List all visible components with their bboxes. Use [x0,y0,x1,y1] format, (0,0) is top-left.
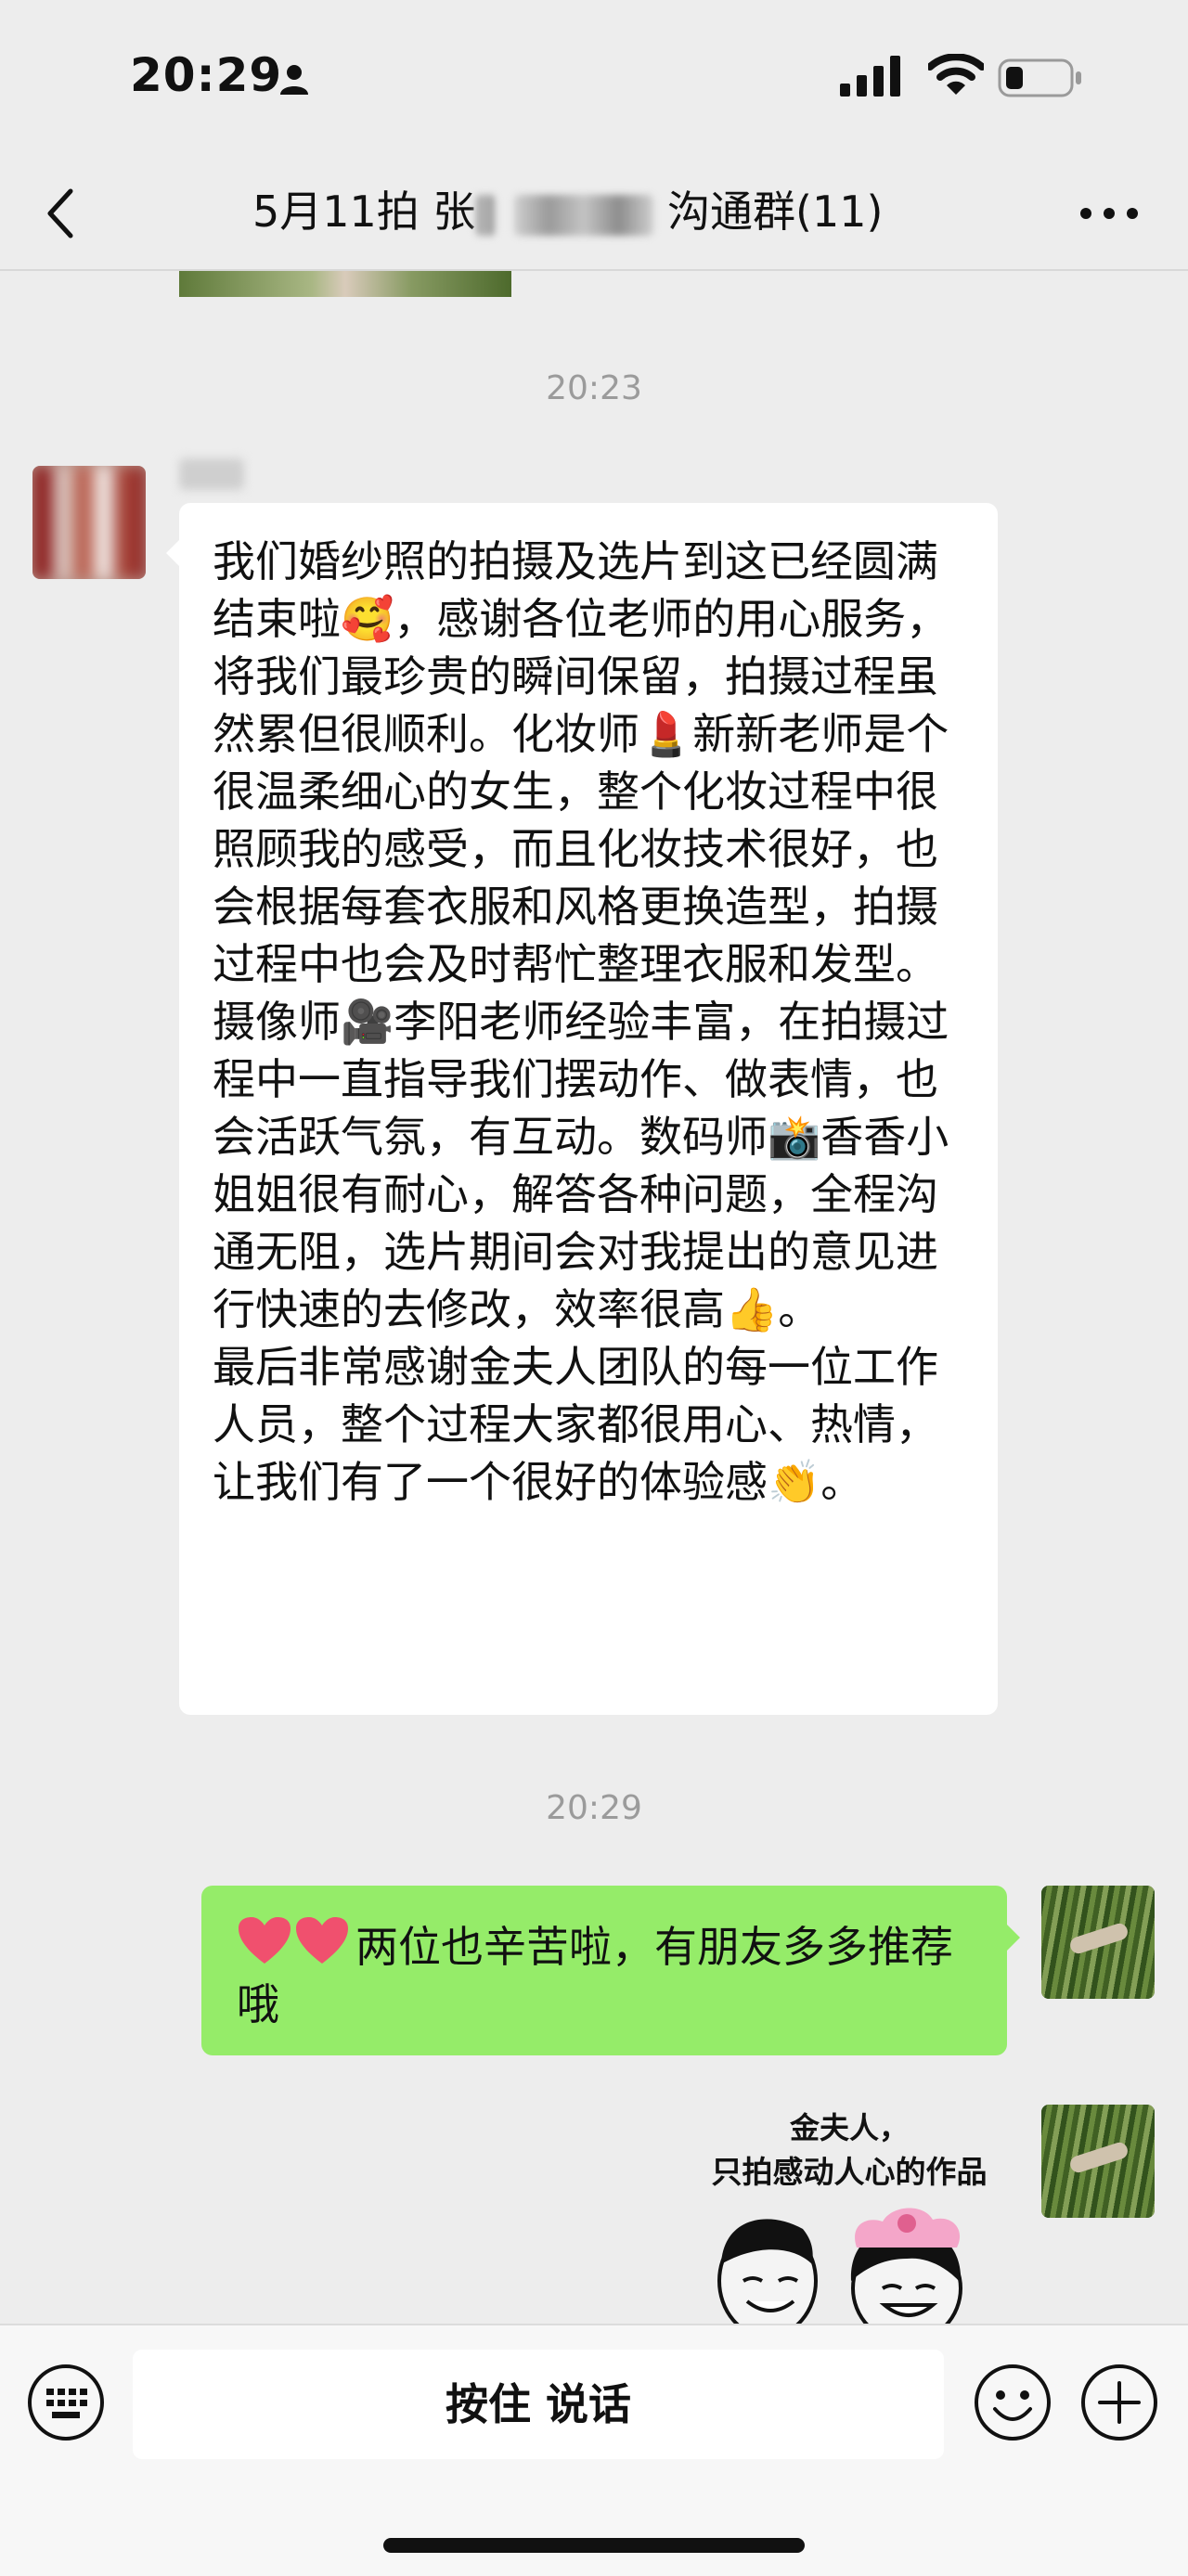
meme-faces-icon [717,2208,962,2327]
chat-title-end: 沟通群(11) [653,187,884,237]
my-avatar[interactable] [1041,2105,1155,2218]
message-timestamp: 20:29 [546,1789,642,1827]
battery-icon [998,58,1081,97]
keyboard-icon[interactable] [26,2363,106,2442]
outgoing-message-bubble[interactable]: 两位也辛苦啦，有朋友多多推荐哦 [201,1886,1020,2055]
status-bar: 20:29 [0,0,1188,158]
chat-title-start: 5月11拍 张 [252,187,476,237]
my-avatar[interactable] [1041,1886,1155,1999]
hold-to-talk-button[interactable]: 按住 说话 [133,2350,944,2459]
home-indicator[interactable] [383,2538,805,2553]
previous-image-message[interactable] [179,269,511,297]
redacted-name [475,194,497,236]
signal-icon [840,56,900,97]
chat-title: 5月11拍 张 沟通群(11) [252,178,883,245]
sticker-message[interactable]: 金夫人， 只拍感动人心的作品 [691,2095,1007,2327]
outgoing-message-text: 两位也辛苦啦，有朋友多多推荐哦 [237,1915,974,2033]
chat-header: 5月11拍 张 沟通群(11) [0,158,1188,271]
emoji-icon[interactable] [973,2363,1052,2442]
chevron-left-icon[interactable] [39,186,85,241]
person-icon [280,65,308,95]
plus-icon[interactable] [1079,2363,1159,2442]
incoming-message-bubble[interactable]: 我们婚纱照的拍摄及选片到这已经圆满结束啦🥰，感谢各位老师的用心服务，将我们最珍贵… [166,503,998,1715]
input-bar: 按住 说话 [0,2324,1188,2576]
status-time: 20:29 [130,48,283,102]
sticker-caption-line1: 金夫人， [789,2110,909,2145]
incoming-message-text: 我们婚纱照的拍摄及选片到这已经圆满结束啦🥰，感谢各位老师的用心服务，将我们最珍贵… [213,536,949,1507]
more-dots-icon[interactable] [1077,195,1142,232]
sender-avatar[interactable] [32,466,146,579]
two-hearts-icon [239,1917,348,1964]
redacted-name [514,194,654,236]
wifi-icon [928,54,984,95]
sender-name-redacted [179,458,244,490]
sticker-caption-line2: 只拍感动人心的作品 [711,2154,988,2190]
message-timestamp: 20:23 [546,369,642,407]
